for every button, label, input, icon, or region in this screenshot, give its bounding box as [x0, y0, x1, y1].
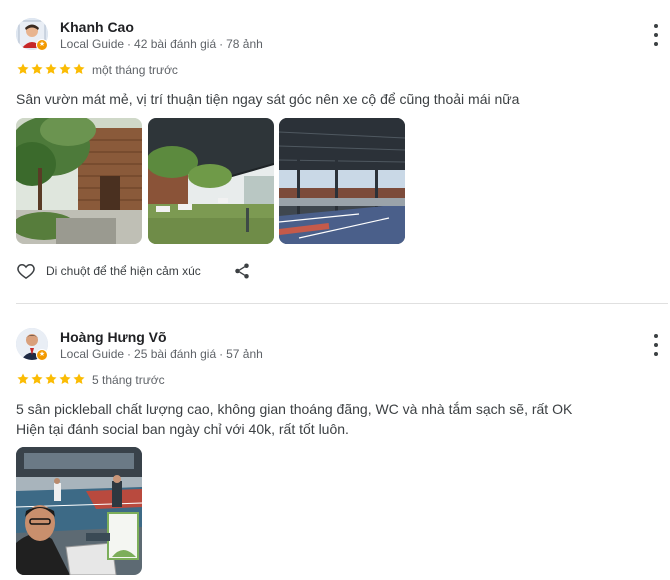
review-photo[interactable]: [16, 118, 142, 244]
star-rating: [16, 372, 86, 386]
star-icon: [59, 63, 71, 75]
local-guide-badge-icon: ★: [36, 39, 48, 51]
star-icon: [45, 373, 57, 385]
photo-count: 57 ảnh: [226, 347, 263, 361]
reviewer-name[interactable]: Khanh Cao: [60, 19, 134, 35]
star-icon: [17, 63, 29, 75]
star-icon: [31, 373, 43, 385]
star-rating: [16, 62, 86, 76]
review-photo[interactable]: [279, 118, 405, 244]
reviewer-meta: Local Guide · 42 bài đánh giá · 78 ảnh: [60, 37, 263, 51]
review-time: một tháng trước: [92, 63, 178, 77]
star-icon: [73, 63, 85, 75]
reviewer-name[interactable]: Hoàng Hưng Võ: [60, 329, 167, 345]
guide-label: Local Guide: [60, 37, 125, 51]
photo-count: 78 ảnh: [226, 37, 263, 51]
review-photo[interactable]: [16, 447, 142, 575]
star-icon: [17, 373, 29, 385]
more-vert-icon: [654, 24, 658, 28]
guide-label: Local Guide: [60, 347, 125, 361]
star-icon: [73, 373, 85, 385]
reviewer-meta: Local Guide · 25 bài đánh giá · 57 ảnh: [60, 347, 263, 361]
star-icon: [59, 373, 71, 385]
review-divider: [16, 303, 668, 304]
review-count: 42 bài đánh giá: [134, 37, 217, 51]
review-actions: Di chuột để thể hiện cảm xúc: [16, 261, 251, 281]
review-count: 25 bài đánh giá: [134, 347, 217, 361]
review-text: Sân vườn mát mẻ, vị trí thuận tiện ngay …: [16, 91, 520, 107]
star-icon: [45, 63, 57, 75]
like-hint: Di chuột để thể hiện cảm xúc: [46, 264, 201, 278]
review-text-line: 5 sân pickleball chất lượng cao, không g…: [16, 401, 573, 417]
star-icon: [31, 63, 43, 75]
more-options-button[interactable]: [646, 24, 666, 46]
review-time: 5 tháng trước: [92, 373, 165, 387]
review-text-line: Hiện tại đánh social ban ngày chỉ với 40…: [16, 421, 349, 437]
more-vert-icon: [654, 334, 658, 338]
local-guide-badge-icon: ★: [36, 349, 48, 361]
heart-outline-icon[interactable]: [16, 261, 36, 281]
share-icon[interactable]: [233, 262, 251, 280]
review-photo[interactable]: [148, 118, 274, 244]
more-options-button[interactable]: [646, 334, 666, 356]
